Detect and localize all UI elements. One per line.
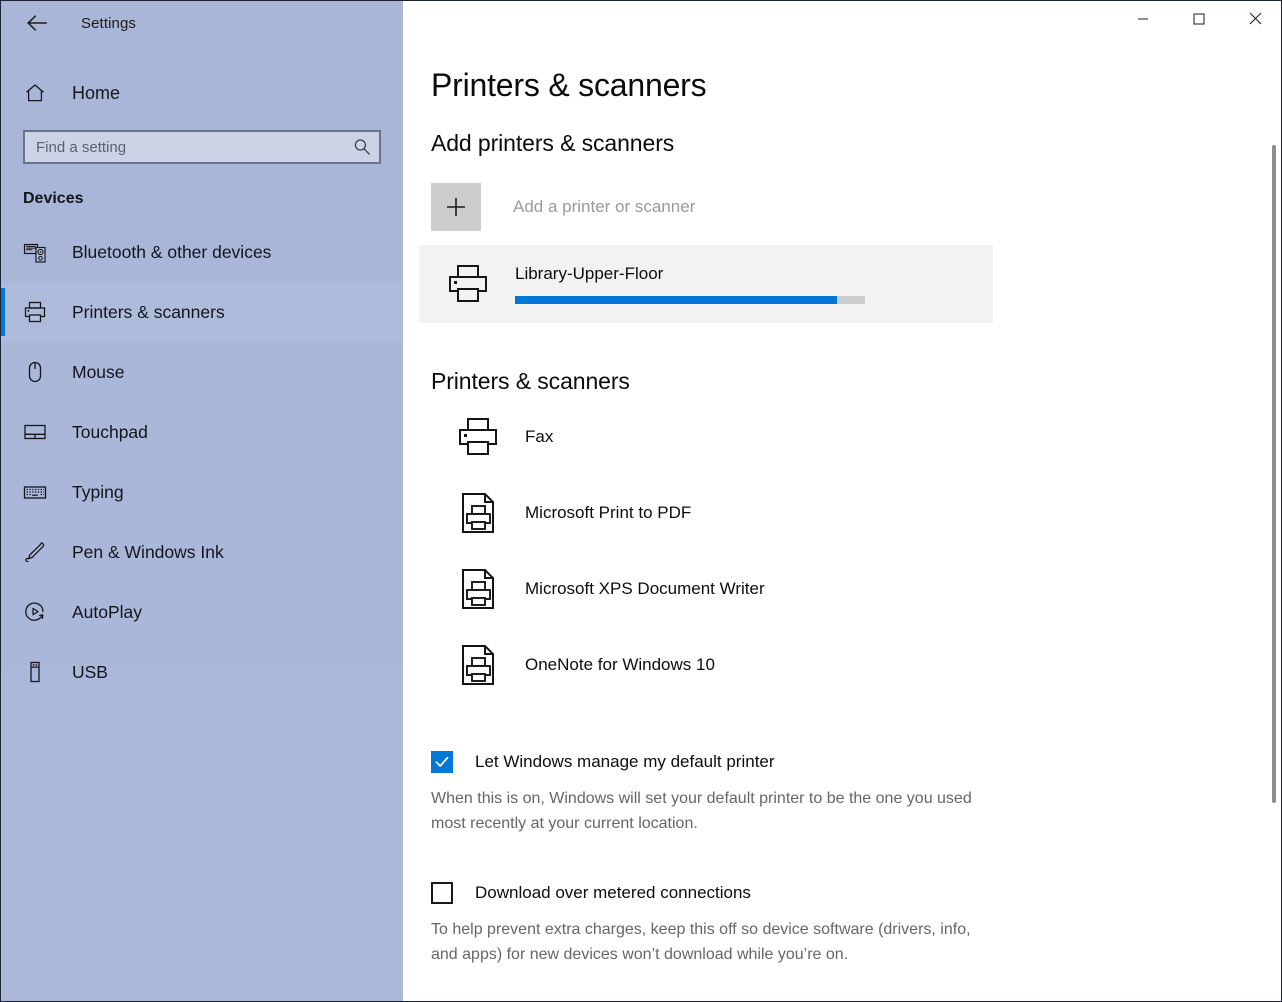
printer-name: OneNote for Windows 10: [525, 655, 715, 674]
sidebar-item-home[interactable]: Home: [1, 71, 403, 115]
sidebar-item-home-label: Home: [72, 82, 121, 103]
option-metered-connections: Download over metered connections To hel…: [431, 882, 1281, 967]
content-scrollbar[interactable]: [1267, 45, 1281, 1001]
add-printer-button[interactable]: Add a printer or scanner: [431, 183, 1281, 231]
usb-icon: [21, 658, 49, 686]
window-title: Settings: [81, 14, 136, 32]
default-printer-checkbox-row[interactable]: Let Windows manage my default printer: [431, 751, 1281, 773]
plus-icon: [431, 183, 481, 231]
discovered-printer-name: Library-Upper-Floor: [515, 264, 664, 283]
printer-list-item-microsoft-print-to-pdf[interactable]: Microsoft Print to PDF: [431, 475, 1281, 551]
install-progress-bar: [515, 296, 865, 304]
sidebar-item-label: Mouse: [72, 361, 125, 382]
metered-checkbox-row[interactable]: Download over metered connections: [431, 882, 1281, 904]
sidebar-item-label: Printers & scanners: [72, 301, 225, 322]
sidebar-item-label: AutoPlay: [72, 601, 143, 622]
document-printer-icon: [453, 566, 503, 612]
add-printer-label: Add a printer or scanner: [513, 197, 696, 216]
printer-icon: [443, 262, 493, 306]
pen-icon: [21, 538, 49, 566]
home-icon: [21, 79, 49, 107]
checkbox-unchecked-icon[interactable]: [431, 882, 453, 904]
printer-name: Microsoft Print to PDF: [525, 503, 692, 522]
autoplay-icon: [21, 598, 49, 626]
content-scroll-area: Printers & scanners Add printers & scann…: [403, 1, 1281, 1001]
keyboard-icon: [21, 478, 49, 506]
sidebar-item-label: Bluetooth & other devices: [72, 241, 272, 262]
printer-icon: [21, 298, 49, 326]
printer-list-item-fax[interactable]: Fax: [431, 399, 1281, 475]
printers-section-heading: Printers & scanners: [431, 368, 630, 394]
option-default-printer: Let Windows manage my default printer Wh…: [431, 751, 1281, 836]
search-input[interactable]: [23, 130, 381, 164]
printer-icon: [453, 414, 503, 460]
sidebar-item-label: Pen & Windows Ink: [72, 541, 224, 562]
sidebar-item-mouse[interactable]: Mouse: [1, 342, 403, 402]
back-arrow-icon: [26, 14, 48, 32]
sidebar-item-pen-windows-ink[interactable]: Pen & Windows Ink: [1, 522, 403, 582]
sidebar-item-usb[interactable]: USB: [1, 642, 403, 702]
document-printer-icon: [453, 490, 503, 536]
sidebar-item-printers-scanners[interactable]: Printers & scanners: [1, 282, 403, 342]
sidebar-item-touchpad[interactable]: Touchpad: [1, 402, 403, 462]
mouse-icon: [21, 358, 49, 386]
settings-window: Settings Home Devices: [0, 0, 1282, 1002]
sidebar-item-bluetooth-other-devices[interactable]: Bluetooth & other devices: [1, 222, 403, 282]
search-box: [23, 130, 381, 164]
install-progress-fill: [515, 296, 837, 304]
option-label: Download over metered connections: [475, 883, 751, 902]
printer-name: Fax: [525, 427, 554, 446]
titlebar-left: Settings: [1, 1, 403, 45]
back-button[interactable]: [15, 7, 59, 39]
content-pane: Printers & scanners Add printers & scann…: [403, 1, 1281, 1001]
sidebar-item-label: USB: [72, 661, 108, 682]
option-description: To help prevent extra charges, keep this…: [431, 921, 971, 963]
option-description: When this is on, Windows will set your d…: [431, 790, 972, 832]
scrollbar-thumb[interactable]: [1272, 145, 1276, 803]
sidebar: Settings Home Devices: [1, 1, 403, 1001]
printer-list-item-onenote-for-windows-10[interactable]: OneNote for Windows 10: [431, 627, 1281, 703]
sidebar-item-typing[interactable]: Typing: [1, 462, 403, 522]
page-title: Printers & scanners: [431, 67, 707, 103]
sidebar-item-label: Touchpad: [72, 421, 148, 442]
document-printer-icon: [453, 642, 503, 688]
bluetooth-devices-icon: [21, 238, 49, 266]
checkbox-checked-icon[interactable]: [431, 751, 453, 773]
sidebar-group-heading: Devices: [23, 190, 84, 207]
discovered-printer-body: Library-Upper-Floor: [515, 264, 867, 304]
touchpad-icon: [21, 418, 49, 446]
option-label: Let Windows manage my default printer: [475, 752, 775, 771]
add-section-heading: Add printers & scanners: [431, 130, 675, 156]
discovered-printer-row[interactable]: Library-Upper-Floor: [419, 245, 993, 323]
printer-list-item-microsoft-xps-document-writer[interactable]: Microsoft XPS Document Writer: [431, 551, 1281, 627]
printer-list: Fax Microsoft Print to PDF Microsoft XPS…: [431, 399, 1281, 703]
sidebar-nav-list: Bluetooth & other devices Printers & sca…: [1, 222, 403, 702]
printer-name: Microsoft XPS Document Writer: [525, 579, 765, 598]
sidebar-item-autoplay[interactable]: AutoPlay: [1, 582, 403, 642]
sidebar-item-label: Typing: [72, 481, 124, 502]
